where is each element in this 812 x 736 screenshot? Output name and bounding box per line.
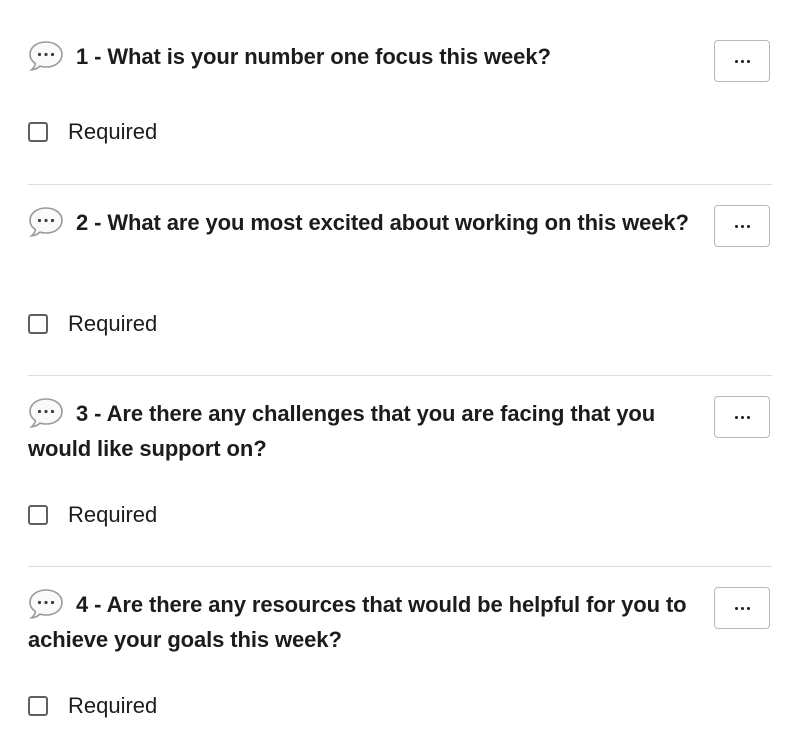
speech-bubble-icon [28, 206, 64, 238]
question-title: 3 - Are there any challenges that you ar… [28, 396, 698, 466]
question-item: 2 - What are you most excited about work… [28, 185, 772, 376]
question-item: 3 - Are there any challenges that you ar… [28, 376, 772, 567]
required-toggle[interactable]: Required [28, 311, 157, 337]
question-title-text: 4 - Are there any resources that would b… [28, 592, 687, 652]
required-toggle[interactable]: Required [28, 693, 157, 719]
required-checkbox[interactable] [28, 314, 48, 334]
required-label: Required [68, 693, 158, 718]
question-menu-button[interactable] [714, 396, 770, 438]
question-menu-button[interactable] [714, 40, 770, 82]
required-toggle[interactable]: Required [28, 119, 157, 145]
question-menu-button[interactable] [714, 205, 770, 247]
question-title: 1 - What is your number one focus this w… [28, 39, 698, 74]
more-horizontal-icon [734, 606, 750, 610]
more-horizontal-icon [734, 415, 750, 419]
required-label: Required [68, 119, 158, 144]
more-horizontal-icon [734, 59, 750, 63]
required-toggle[interactable]: Required [28, 502, 157, 528]
question-title: 4 - Are there any resources that would b… [28, 587, 698, 657]
required-checkbox[interactable] [28, 122, 48, 142]
question-menu-button[interactable] [714, 587, 770, 629]
question-title-text: 3 - Are there any challenges that you ar… [28, 401, 656, 461]
required-label: Required [68, 502, 158, 527]
required-label: Required [68, 311, 158, 336]
question-title: 2 - What are you most excited about work… [28, 205, 698, 240]
speech-bubble-icon [28, 40, 64, 72]
question-title-text: 2 - What are you most excited about work… [76, 210, 689, 235]
speech-bubble-icon [28, 397, 64, 429]
question-item: 4 - Are there any resources that would b… [28, 567, 772, 736]
question-list: 1 - What is your number one focus this w… [28, 0, 772, 736]
more-horizontal-icon [734, 224, 750, 228]
required-checkbox[interactable] [28, 696, 48, 716]
required-checkbox[interactable] [28, 505, 48, 525]
question-title-text: 1 - What is your number one focus this w… [76, 44, 551, 69]
speech-bubble-icon [28, 588, 64, 620]
question-item: 1 - What is your number one focus this w… [28, 0, 772, 185]
